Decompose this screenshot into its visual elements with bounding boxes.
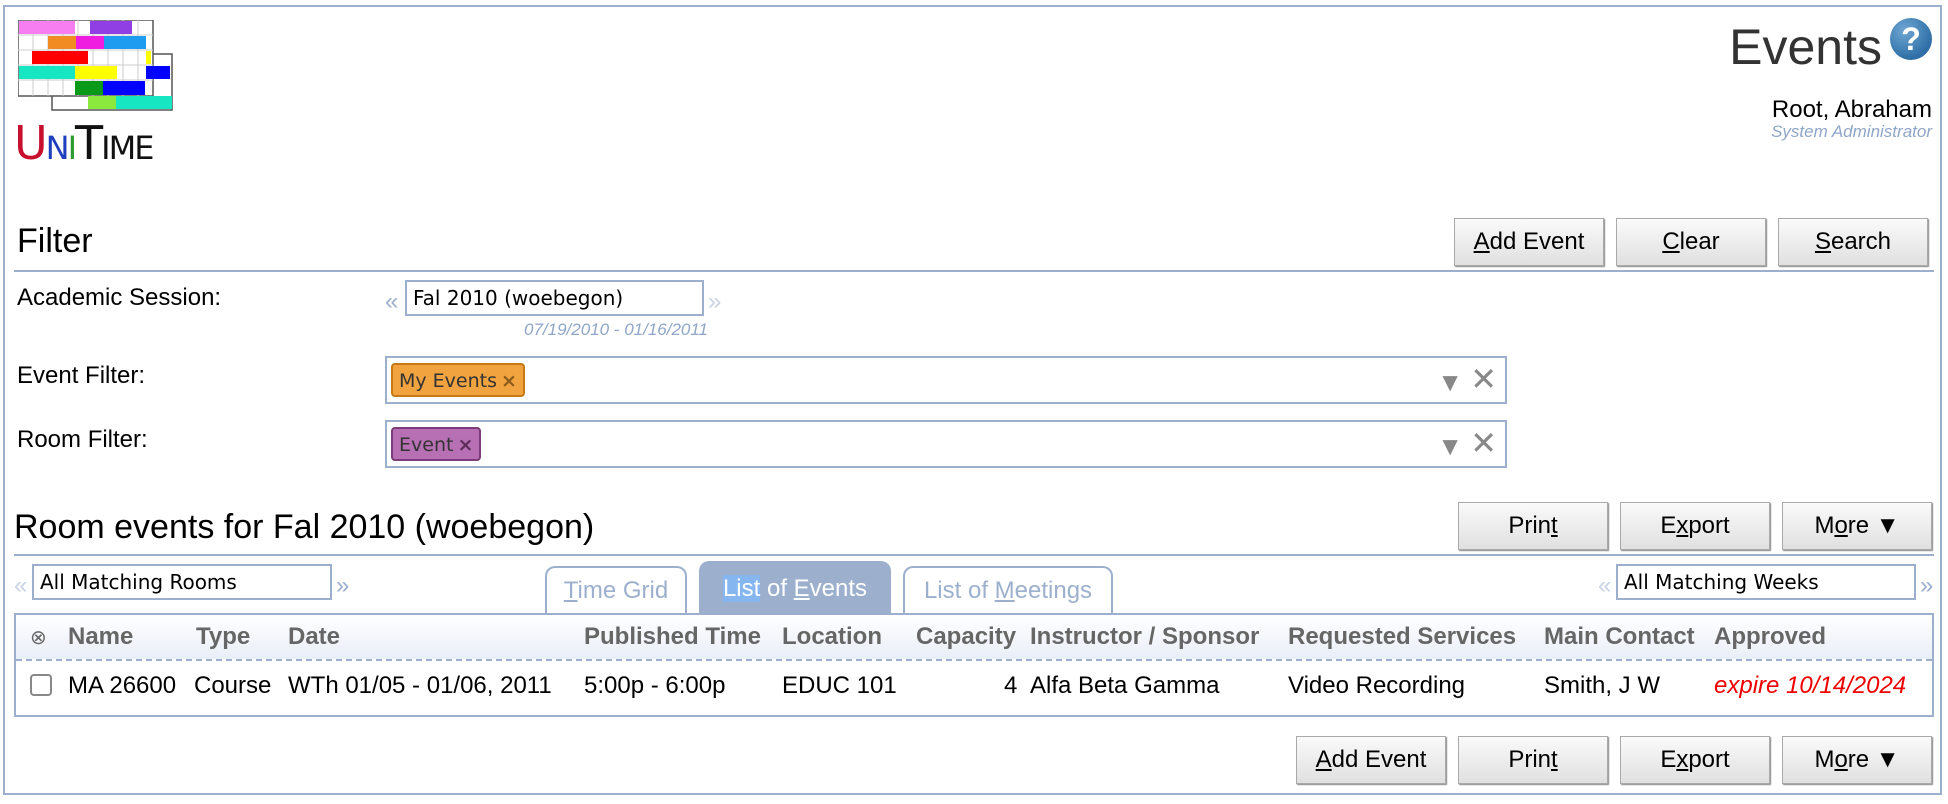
column-header-name[interactable]: Name	[68, 623, 133, 651]
column-header-main-contact[interactable]: Main Contact	[1544, 623, 1695, 651]
cell-name: MA 26600	[68, 672, 177, 699]
row-checkbox[interactable]	[30, 674, 52, 696]
print-button-bottom[interactable]: Print	[1458, 736, 1608, 784]
column-header-instructor-sponsor[interactable]: Instructor / Sponsor	[1030, 623, 1259, 651]
column-header-capacity[interactable]: Capacity	[916, 623, 1016, 651]
column-header-date[interactable]: Date	[288, 623, 340, 651]
event-filter-input[interactable]: My Events × ▼ ✕	[385, 356, 1507, 404]
cell-main-contact: Smith, J W	[1544, 672, 1661, 699]
academic-session-input[interactable]: Fal 2010 (woebegon)	[405, 280, 704, 316]
session-prev-arrow[interactable]: «	[385, 288, 398, 316]
session-next-arrow[interactable]: »	[708, 288, 721, 316]
cell-location: EDUC 101	[782, 672, 897, 699]
room-filter-label: Room Filter:	[17, 426, 148, 453]
chip-remove-icon[interactable]: ×	[457, 434, 473, 456]
chip-remove-icon[interactable]: ×	[501, 370, 517, 392]
unitime-logo-text: UNITIME	[14, 116, 154, 170]
rooms-selector-input[interactable]: All Matching Rooms	[32, 564, 332, 600]
dropdown-icon[interactable]: ▼	[1437, 367, 1463, 398]
rooms-next-arrow[interactable]: »	[336, 572, 349, 600]
session-date-range: 07/19/2010 - 01/16/2011	[524, 320, 709, 339]
select-all-icon[interactable]: ⊗	[30, 625, 47, 650]
clear-button[interactable]: Clear	[1616, 218, 1766, 266]
help-icon[interactable]: ?	[1890, 18, 1932, 60]
column-header-approved[interactable]: Approved	[1714, 623, 1826, 651]
dropdown-icon[interactable]: ▼	[1437, 431, 1463, 462]
column-header-requested-services[interactable]: Requested Services	[1288, 623, 1516, 651]
export-button[interactable]: Export	[1620, 502, 1770, 550]
events-table: ⊗ Name Type Date Published Time Location…	[14, 613, 1934, 717]
cell-type: Course	[194, 672, 272, 699]
unitime-logo-icon	[18, 20, 173, 111]
results-divider	[14, 554, 1934, 556]
user-name[interactable]: Root, Abraham	[1772, 96, 1932, 124]
table-header: ⊗ Name Type Date Published Time Location…	[16, 615, 1932, 661]
tab-list-of-meetings[interactable]: List of Meetings	[903, 566, 1113, 614]
tab-list-of-events[interactable]: List of Events	[699, 561, 891, 614]
cell-capacity: 4	[1004, 672, 1018, 699]
clear-filter-icon[interactable]: ✕	[1470, 427, 1497, 459]
clear-filter-icon[interactable]: ✕	[1470, 363, 1497, 395]
cell-sponsor: Alfa Beta Gamma	[1030, 672, 1220, 699]
event-filter-label: Event Filter:	[17, 362, 146, 389]
search-button[interactable]: Search	[1778, 218, 1928, 266]
weeks-next-arrow[interactable]: »	[1920, 572, 1933, 600]
cell-approved-status: expire 10/14/2024	[1714, 672, 1907, 699]
weeks-selector-input[interactable]: All Matching Weeks	[1616, 564, 1916, 600]
event-filter-chip[interactable]: My Events ×	[391, 363, 525, 397]
rooms-prev-arrow[interactable]: «	[14, 572, 27, 600]
cell-services: Video Recording	[1288, 672, 1466, 699]
results-title: Room events for Fal 2010 (woebegon)	[14, 508, 595, 546]
more-button[interactable]: More ▼	[1782, 502, 1932, 550]
academic-session-label: Academic Session:	[17, 284, 222, 311]
filter-divider	[14, 270, 1934, 272]
room-filter-chip[interactable]: Event ×	[391, 427, 482, 461]
column-header-published-time[interactable]: Published Time	[584, 623, 761, 651]
weeks-prev-arrow[interactable]: «	[1598, 572, 1611, 600]
page-title: Events	[1729, 19, 1882, 75]
tab-time-grid[interactable]: Time Grid	[545, 566, 687, 614]
column-header-location[interactable]: Location	[782, 623, 882, 651]
cell-date: WTh 01/05 - 01/06, 2011	[288, 672, 552, 699]
export-button-bottom[interactable]: Export	[1620, 736, 1770, 784]
print-button[interactable]: Print	[1458, 502, 1608, 550]
user-role: System Administrator	[1771, 122, 1932, 141]
room-filter-input[interactable]: Event × ▼ ✕	[385, 420, 1507, 468]
cell-time: 5:00p - 6:00p	[584, 672, 726, 699]
more-button-bottom[interactable]: More ▼	[1782, 736, 1932, 784]
add-event-button-bottom[interactable]: Add Event	[1296, 736, 1446, 784]
column-header-type[interactable]: Type	[196, 623, 250, 651]
add-event-button[interactable]: Add Event	[1454, 218, 1604, 266]
filter-title: Filter	[17, 222, 93, 260]
